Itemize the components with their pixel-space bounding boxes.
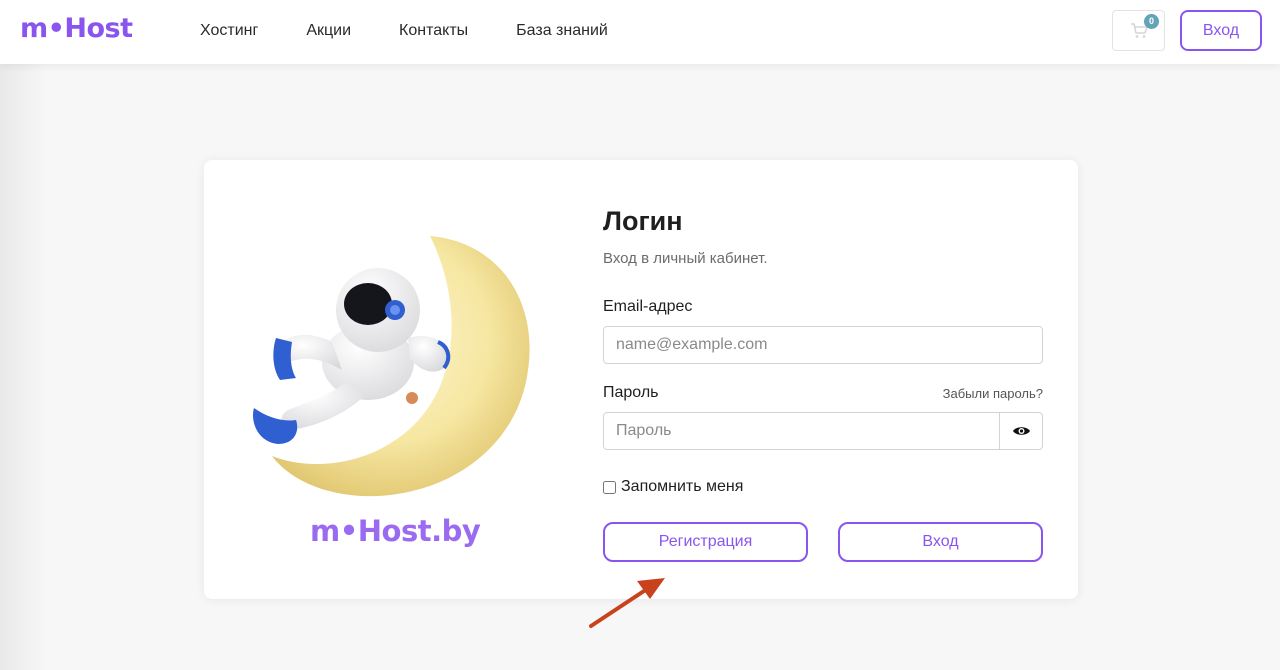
main-nav: Хостинг Акции Контакты База знаний bbox=[200, 22, 656, 40]
astronaut-on-moon-illustration bbox=[253, 236, 530, 497]
arrow-annotation bbox=[589, 578, 665, 628]
nav-link-hosting[interactable]: Хостинг bbox=[200, 22, 258, 40]
site-header: m•Host Хостинг Акции Контакты База знани… bbox=[0, 0, 1280, 64]
nav-link-promotions[interactable]: Акции bbox=[306, 22, 351, 40]
login-card: m•Host.by Логин Вход в личный кабинет. E… bbox=[204, 160, 1078, 599]
remember-me-checkbox[interactable] bbox=[603, 480, 616, 494]
brand-name: m•Host.by bbox=[310, 514, 481, 548]
remember-me-label: Запомнить меня bbox=[621, 478, 744, 495]
header-login-button[interactable]: Вход bbox=[1180, 10, 1262, 51]
login-button[interactable]: Вход bbox=[838, 522, 1043, 562]
password-input[interactable] bbox=[603, 412, 1043, 450]
remember-me[interactable]: Запомнить меня bbox=[603, 478, 743, 496]
password-label: Пароль bbox=[603, 384, 659, 401]
email-input[interactable] bbox=[603, 326, 1043, 364]
site-logo[interactable]: m•Host bbox=[20, 13, 133, 44]
register-button[interactable]: Регистрация bbox=[603, 522, 808, 562]
nav-link-contacts[interactable]: Контакты bbox=[399, 22, 468, 40]
show-password-button[interactable] bbox=[999, 413, 1042, 449]
cart-count-badge: 0 bbox=[1144, 14, 1159, 29]
login-title: Логин bbox=[603, 206, 683, 236]
login-subtitle: Вход в личный кабинет. bbox=[603, 250, 768, 267]
email-label: Email-адрес bbox=[603, 298, 693, 315]
page-left-shade bbox=[0, 64, 46, 670]
forgot-password-link[interactable]: Забыли пароль? bbox=[943, 386, 1043, 401]
nav-link-knowledge-base[interactable]: База знаний bbox=[516, 22, 608, 40]
cart-button[interactable]: 0 bbox=[1112, 10, 1165, 51]
eye-icon bbox=[1013, 427, 1030, 435]
